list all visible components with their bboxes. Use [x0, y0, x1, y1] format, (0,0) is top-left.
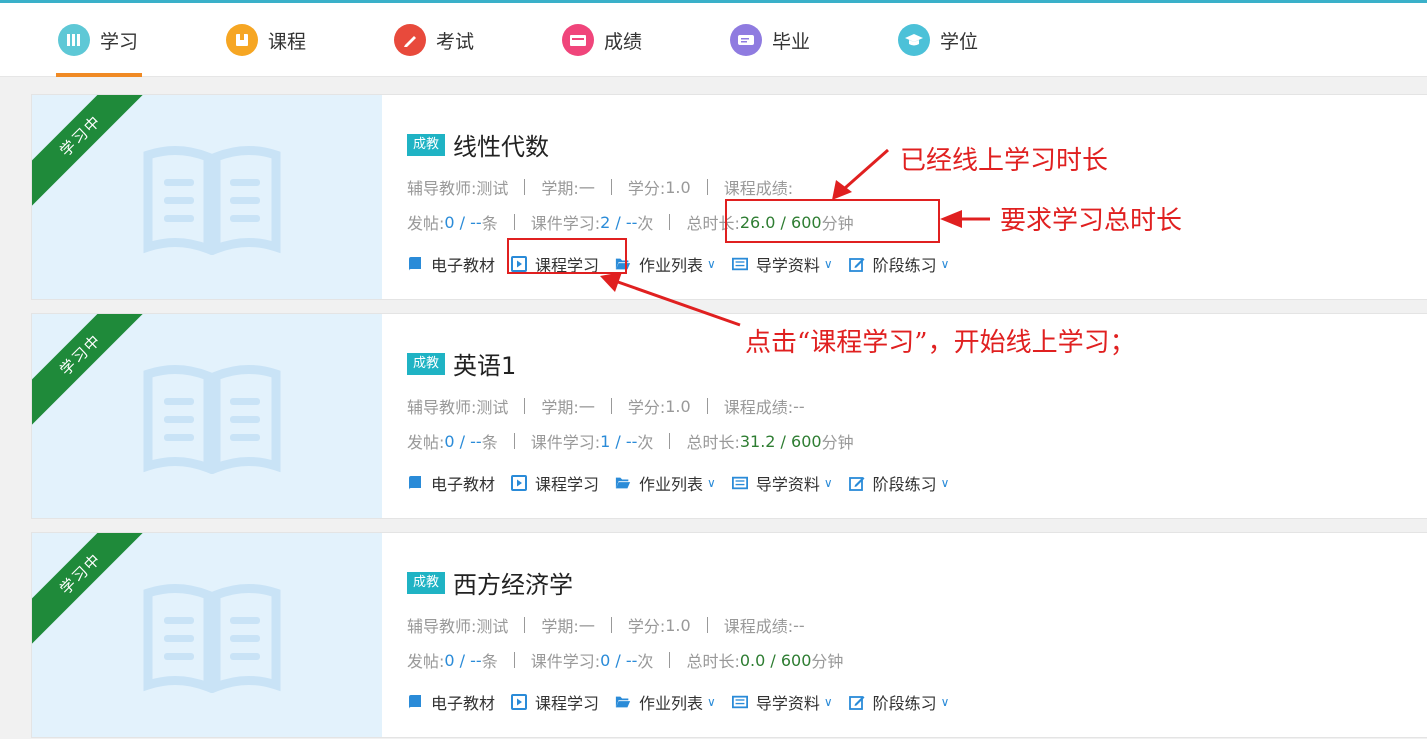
- annotation-arrows: [600, 148, 990, 327]
- arrow-head-required-time: [940, 210, 962, 228]
- annotation-required-time: 要求学习总时长: [1000, 206, 1183, 236]
- annotation-click-hint: 点击“课程学习”，开始线上学习；: [745, 328, 1136, 358]
- annotation-online-time: 已经线上学习时长: [900, 146, 1109, 176]
- arrow-online-time: [844, 148, 889, 190]
- arrow-click-hint: [617, 280, 741, 327]
